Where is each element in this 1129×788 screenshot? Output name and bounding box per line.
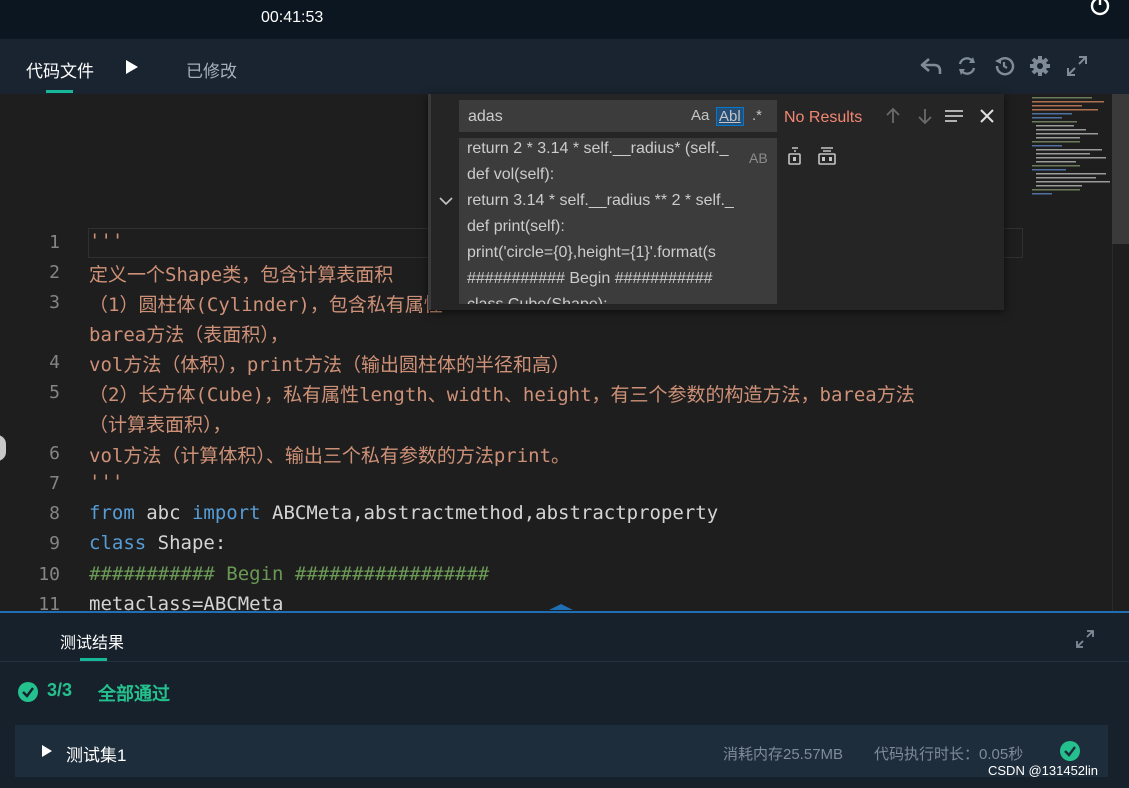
line-number: 1 <box>49 232 60 253</box>
close-icon[interactable] <box>977 106 997 126</box>
replace-line: return 2 * 3.14 * self.__radius* (self._ <box>467 140 729 157</box>
preserve-case-toggle[interactable]: AB <box>749 150 768 166</box>
pass-count: 3/3 <box>47 680 73 700</box>
line-number: 9 <box>49 533 60 554</box>
timer: 00:41:53 <box>261 9 324 26</box>
gear-icon[interactable] <box>1028 54 1052 78</box>
expand-icon[interactable] <box>1074 628 1096 650</box>
find-input[interactable]: adas Aa Abl .* <box>459 100 777 132</box>
code-line: （1）圆柱体(Cylinder)，包含私有属性 <box>89 294 443 316</box>
find-query: adas <box>468 108 503 125</box>
code-line: vol方法（计算体积）、输出三个私有参数的方法print。 <box>89 445 571 467</box>
watermark: CSDN @131452lin <box>988 763 1099 778</box>
replace-line: def vol(self): <box>467 166 555 183</box>
line-number: 2 <box>49 262 60 283</box>
find-replace-widget: adas Aa Abl .* No Results return 2 * 3.1… <box>428 94 1004 310</box>
replace-one-icon[interactable] <box>785 146 805 166</box>
arrow-down-icon[interactable] <box>915 106 935 126</box>
replace-line: print('circle={0},height={1}'.format(s <box>467 244 716 261</box>
keyword: import <box>191 502 261 524</box>
replace-input[interactable]: return 2 * 3.14 * self.__radius* (self._… <box>459 138 777 304</box>
code-token: ABCMeta,abstractmethod,abstractproperty <box>260 502 719 524</box>
pass-summary: 全部通过 <box>98 684 170 704</box>
tab-active-indicator <box>46 90 73 93</box>
code-line: （2）长方体(Cube)，私有属性length、width、height，有三个… <box>89 384 915 406</box>
replace-line: class Cube(Shape): <box>467 296 608 304</box>
code-token: Shape: <box>146 532 227 554</box>
minimap[interactable] <box>1030 94 1110 209</box>
code-token: abc <box>134 502 192 524</box>
refresh-icon[interactable] <box>955 54 979 78</box>
code-line: class Shape: <box>89 532 226 554</box>
match-case-toggle[interactable]: Aa <box>691 107 709 124</box>
suite-name: 测试集1 <box>66 746 127 765</box>
line-number: 6 <box>49 443 60 464</box>
line-number: 11 <box>38 594 60 612</box>
execution-time: 代码执行时长：0.05秒 <box>874 746 1024 763</box>
power-icon[interactable] <box>1088 0 1112 18</box>
code-line: metaclass=ABCMeta <box>89 593 284 612</box>
code-line: 定义一个Shape类，包含计算表面积 <box>89 264 394 286</box>
modified-status: 已修改 <box>186 62 237 81</box>
match-whole-word-toggle[interactable]: Abl <box>716 107 744 126</box>
undo-icon[interactable] <box>919 54 943 78</box>
top-bar: 00:41:53 <box>0 0 1129 39</box>
tab-test-results[interactable]: 测试结果 <box>60 629 124 653</box>
memory-usage: 消耗内存25.57MB <box>723 746 844 763</box>
run-icon[interactable] <box>124 59 140 75</box>
keyword: from <box>89 502 135 524</box>
line-number: 8 <box>49 503 60 524</box>
replace-line: ########### Begin ########### <box>467 270 713 287</box>
replace-all-icon[interactable] <box>817 146 837 166</box>
chevron-down-icon[interactable] <box>439 196 453 206</box>
replace-line: return 3.14 * self.__radius ** 2 * self.… <box>467 192 734 209</box>
history-icon[interactable] <box>992 54 1016 78</box>
code-line: from abc import ABCMeta,abstractmethod,a… <box>89 502 718 524</box>
line-number: 4 <box>49 352 60 373</box>
line-number: 10 <box>38 564 60 585</box>
line-number: 7 <box>49 473 60 494</box>
check-circle-icon <box>1060 741 1080 761</box>
replace-line: def print(self): <box>467 218 565 235</box>
find-in-selection-icon[interactable] <box>944 106 964 126</box>
test-results-panel: 测试结果 3/3 全部通过 测试集1 消耗内存25.57MB 代码执行时长：0.… <box>0 613 1129 788</box>
code-line: ''' <box>89 471 124 493</box>
tab-code-file[interactable]: 代码文件 <box>26 57 94 82</box>
fullscreen-icon[interactable] <box>1065 54 1089 78</box>
app-root: 00:41:53 代码文件 已修改 1 2 3 4 5 6 7 8 9 10 1… <box>0 0 1129 788</box>
divider <box>0 661 1129 662</box>
code-line: （计算表面积）， <box>89 414 232 436</box>
line-number: 3 <box>49 292 60 313</box>
line-number: 5 <box>49 382 60 403</box>
find-status: No Results <box>784 109 863 126</box>
code-line: ########### Begin ################# <box>89 563 490 585</box>
code-line: ''' <box>89 230 124 252</box>
expand-arrow-icon[interactable] <box>41 744 53 758</box>
code-line: barea方法（表面积）， <box>89 324 289 346</box>
check-circle-icon <box>18 682 38 702</box>
regex-toggle[interactable]: .* <box>752 107 762 124</box>
code-line: vol方法（体积），print方法（输出圆柱体的半径和高） <box>89 354 571 376</box>
arrow-up-icon[interactable] <box>883 106 903 126</box>
scrollbar-thumb[interactable] <box>1112 94 1129 244</box>
keyword: class <box>89 532 147 554</box>
test-suite-row[interactable]: 测试集1 消耗内存25.57MB 代码执行时长：0.05秒 <box>15 725 1108 777</box>
editor-tab-bar: 代码文件 已修改 <box>0 39 1129 94</box>
